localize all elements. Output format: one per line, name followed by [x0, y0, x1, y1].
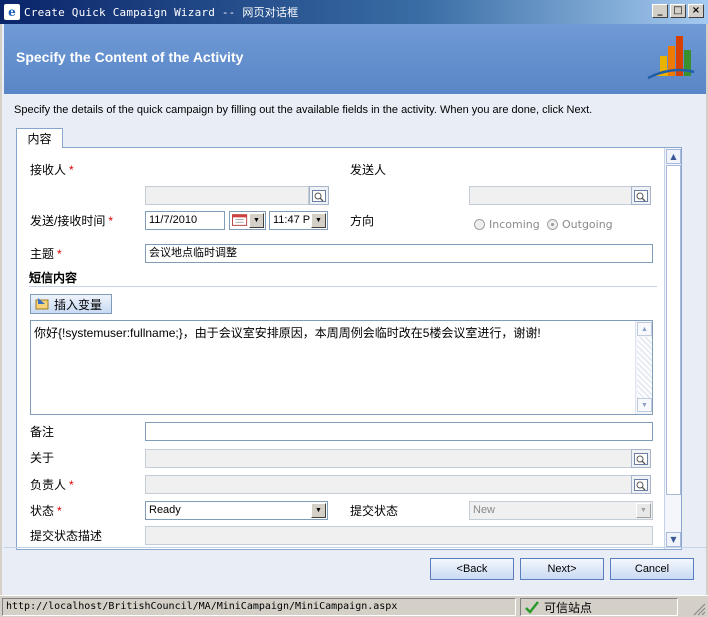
insert-variable-button[interactable]: 插入变量: [30, 294, 112, 314]
wizard-header: Specify the Content of the Activity: [4, 24, 706, 94]
chevron-down-icon: ▼: [636, 503, 651, 518]
sender-field[interactable]: [469, 186, 633, 205]
subject-label: 主题 *: [30, 245, 62, 262]
send-time-label-text: 发送/接收时间: [30, 214, 106, 228]
subject-label-text: 主题: [30, 247, 55, 261]
lookup-icon: [634, 189, 648, 202]
sender-label: 发送人: [350, 163, 387, 177]
textarea-scrollbar[interactable]: ▲ ▼: [635, 321, 652, 414]
sender-lookup-button[interactable]: [631, 186, 651, 205]
content-panel: 接收人* 发送人 发送/接收时间* 11/7/2010 ▼ 11:47 P: [16, 147, 682, 550]
footer-divider: [4, 547, 706, 548]
security-zone: 可信站点: [520, 598, 678, 616]
recipient-label: 接收人 *: [30, 161, 74, 178]
required-mark: *: [57, 504, 62, 518]
dialog-window: Specify the Content of the Activity Spec…: [0, 24, 708, 595]
lookup-icon: [312, 189, 326, 202]
minimize-button[interactable]: _: [652, 4, 668, 18]
window-titlebar[interactable]: e Create Quick Campaign Wizard -- 网页对话框 …: [0, 0, 708, 24]
ie-icon: e: [4, 4, 20, 20]
regarding-label: 关于: [30, 451, 55, 465]
recipient-field[interactable]: [145, 186, 309, 205]
chevron-down-icon: ▼: [311, 213, 326, 228]
outgoing-label: Outgoing: [562, 218, 613, 231]
submit-status-select[interactable]: New ▼: [469, 501, 653, 520]
cancel-button[interactable]: Cancel: [610, 558, 694, 580]
owner-lookup-button[interactable]: [631, 475, 651, 494]
submit-status-desc-field[interactable]: [145, 526, 653, 545]
section-divider: [29, 286, 657, 287]
subject-field[interactable]: 会议地点临时调整: [145, 244, 653, 263]
scroll-track[interactable]: [637, 337, 652, 398]
security-zone-label: 可信站点: [544, 600, 593, 615]
chevron-down-icon: ▼: [311, 503, 326, 518]
section-title-message: 短信内容: [29, 271, 78, 285]
page-title: Specify the Content of the Activity: [16, 49, 244, 65]
back-button[interactable]: <Back: [430, 558, 514, 580]
chevron-down-icon: ▼: [249, 213, 264, 228]
insert-variable-label: 插入变量: [54, 297, 103, 312]
date-field[interactable]: 11/7/2010: [145, 211, 225, 230]
next-button[interactable]: Next>: [520, 558, 604, 580]
direction-label: 方向: [350, 214, 375, 228]
status-bar: http://localhost/BritishCouncil/MA/MiniC…: [0, 595, 708, 617]
window-title: Create Quick Campaign Wizard -- 网页对话框: [24, 6, 299, 19]
submit-status-desc-label: 提交状态描述: [30, 529, 103, 543]
submit-status-label: 提交状态: [350, 504, 399, 518]
lookup-icon: [634, 452, 648, 465]
status-label: 状态 *: [30, 502, 62, 519]
scroll-thumb[interactable]: [666, 165, 681, 495]
notes-field[interactable]: [145, 422, 653, 441]
message-body-text: 你好{!systemuser:fullname;}，由于会议室安排原因，本周周例…: [34, 326, 541, 340]
recipient-lookup-button[interactable]: [309, 186, 329, 205]
radio-dot: [474, 219, 485, 230]
scroll-up-icon[interactable]: ▲: [637, 322, 652, 336]
lookup-icon: [634, 478, 648, 491]
notes-label: 备注: [30, 425, 55, 439]
status-select[interactable]: Ready ▼: [145, 501, 328, 520]
window-controls: _ □ ×: [652, 4, 704, 18]
recipient-label-text: 接收人: [30, 163, 67, 177]
status-url: http://localhost/BritishCouncil/MA/MiniC…: [2, 598, 516, 616]
date-picker-button[interactable]: ▼: [229, 211, 266, 230]
tab-content[interactable]: 内容: [16, 128, 63, 148]
owner-label-text: 负责人: [30, 478, 67, 492]
checkmark-icon: [525, 601, 539, 614]
required-mark: *: [69, 478, 74, 492]
required-mark: *: [57, 247, 62, 261]
incoming-label: Incoming: [489, 218, 540, 231]
resize-grip-icon[interactable]: [686, 600, 706, 616]
time-value: 11:47 P: [273, 214, 311, 226]
scroll-down-icon[interactable]: ▼: [666, 532, 681, 547]
intro-text: Specify the details of the quick campaig…: [14, 104, 593, 116]
regarding-field[interactable]: [145, 449, 633, 468]
incoming-radio[interactable]: Incoming: [474, 218, 540, 231]
dynamics-logo-icon: [647, 36, 695, 80]
time-select[interactable]: 11:47 P ▼: [269, 211, 328, 230]
radio-dot: [547, 219, 558, 230]
regarding-lookup-button[interactable]: [631, 449, 651, 468]
required-mark: *: [108, 214, 114, 228]
panel-scrollbar[interactable]: ▲ ▼: [664, 148, 681, 549]
status-label-text: 状态: [30, 504, 55, 518]
scroll-down-icon[interactable]: ▼: [637, 398, 652, 412]
calendar-icon: [232, 214, 248, 226]
maximize-button[interactable]: □: [670, 4, 686, 18]
outgoing-radio[interactable]: Outgoing: [547, 218, 613, 231]
required-mark: *: [69, 163, 74, 177]
close-button[interactable]: ×: [688, 4, 704, 18]
insert-variable-icon: [35, 298, 49, 310]
owner-field[interactable]: [145, 475, 633, 494]
submit-status-value: New: [473, 504, 496, 516]
owner-label: 负责人 *: [30, 476, 74, 493]
send-time-label: 发送/接收时间 *: [30, 212, 113, 229]
status-value: Ready: [149, 504, 181, 516]
message-body-textarea[interactable]: 你好{!systemuser:fullname;}，由于会议室安排原因，本周周例…: [30, 320, 653, 415]
scroll-up-icon[interactable]: ▲: [666, 149, 681, 164]
